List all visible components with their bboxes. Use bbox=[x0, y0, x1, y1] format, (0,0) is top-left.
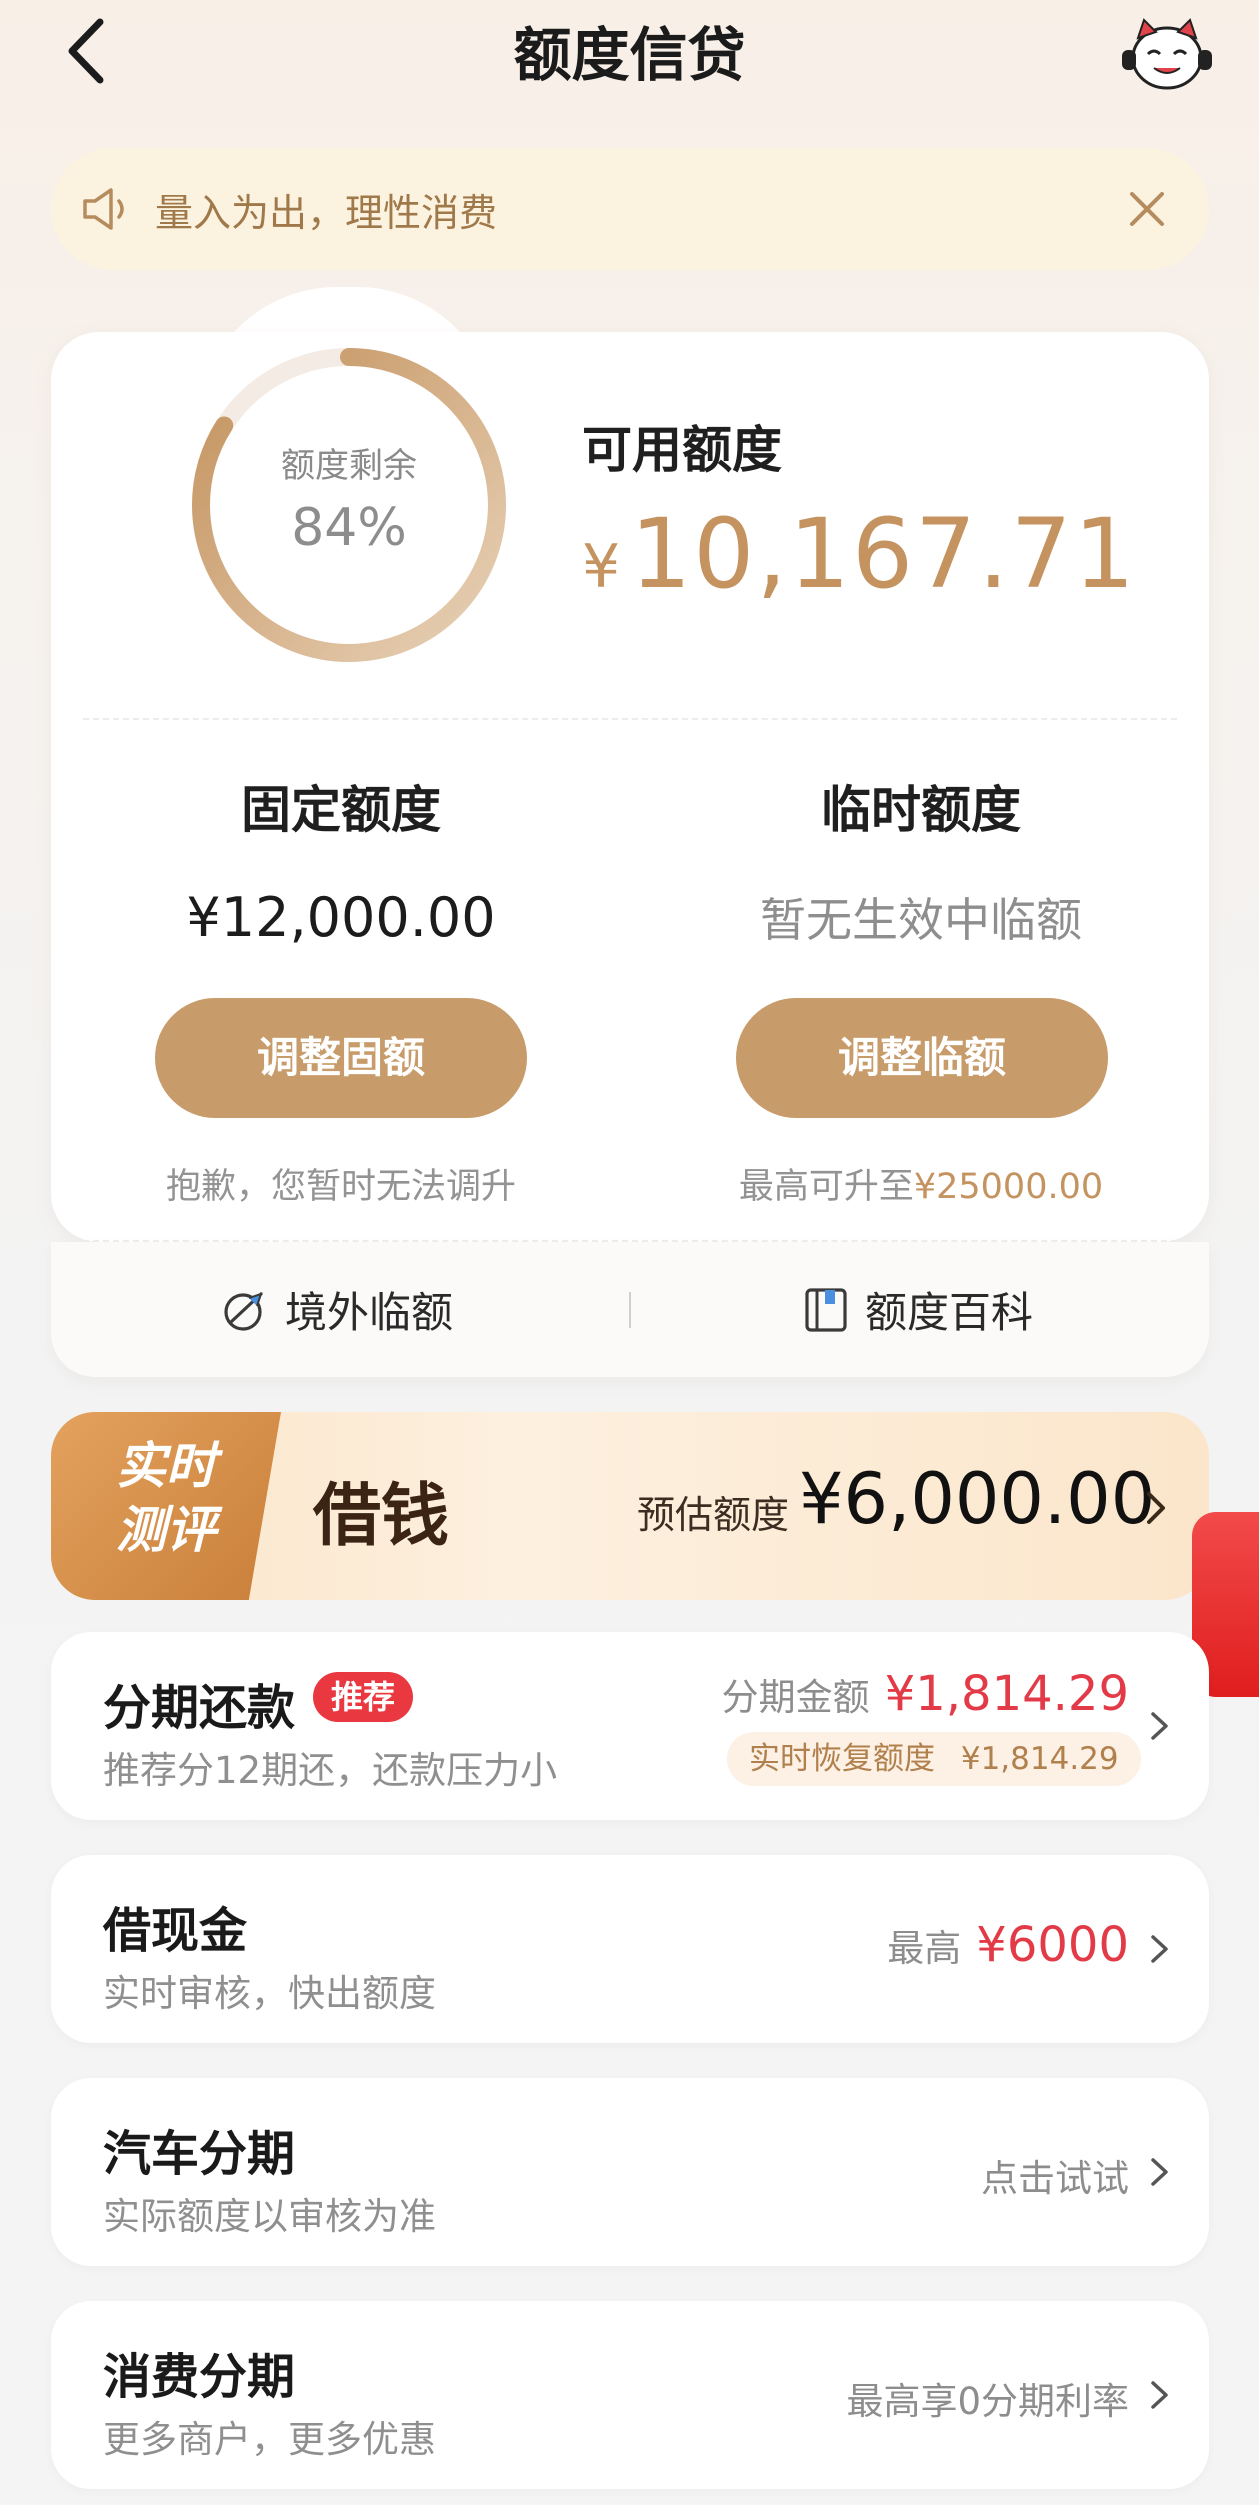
quick-link-encyclopedia[interactable]: 额度百科 bbox=[803, 1242, 1033, 1377]
ring-percent: 84% bbox=[291, 498, 407, 558]
page-title: 额度信贷 bbox=[513, 21, 746, 89]
cash-max-value: ¥6000 bbox=[976, 1917, 1129, 1973]
installment-amount-label: 分期金额 bbox=[721, 1676, 870, 1719]
plane-globe-icon bbox=[224, 1291, 263, 1331]
chevron-right-icon bbox=[1151, 1935, 1168, 1963]
consumer-rate-label: 最高享0分期利率 bbox=[846, 2380, 1129, 2423]
product-auto-installment[interactable]: 汽车分期 实际额度以审核为准 点击试试 bbox=[51, 2078, 1209, 2266]
quick-link-label: 境外临额 bbox=[285, 1288, 454, 1337]
adjust-temp-button[interactable]: 调整临额 bbox=[736, 998, 1108, 1118]
fixed-limit-title: 固定额度 bbox=[241, 781, 441, 839]
notice-text: 量入为出，理性消费 bbox=[155, 191, 498, 235]
estimate-value: ¥6,000.00 bbox=[799, 1458, 1156, 1540]
chevron-right-icon bbox=[1151, 2381, 1168, 2409]
product-title: 消费分期 bbox=[103, 2349, 296, 2405]
chevron-right-icon bbox=[1151, 1712, 1168, 1740]
estimate-label: 预估额度 bbox=[637, 1493, 790, 1537]
installment-amount-value: ¥1,814.29 bbox=[884, 1666, 1129, 1722]
adjust-fixed-button[interactable]: 调整固额 bbox=[155, 998, 527, 1118]
temp-note-amount: ¥25000.00 bbox=[913, 1167, 1104, 1207]
quick-link-overseas[interactable]: 境外临额 bbox=[221, 1242, 453, 1377]
product-title: 借现金 bbox=[103, 1903, 248, 1959]
quick-link-separator bbox=[629, 1292, 631, 1328]
notice-bar: 量入为出，理性消费 bbox=[51, 148, 1209, 270]
available-label: 可用额度 bbox=[582, 421, 782, 479]
currency-symbol: ¥ bbox=[582, 532, 623, 602]
cash-max: 最高 ¥6000 bbox=[651, 1917, 1189, 1973]
product-subtitle: 实时审核，快出额度 bbox=[103, 1972, 436, 2015]
product-title: 分期还款 bbox=[103, 1680, 296, 1736]
tag-line: 测评 bbox=[116, 1501, 216, 1559]
auto-try-label: 点击试试 bbox=[981, 2157, 1129, 2200]
divider bbox=[83, 1240, 1177, 1242]
service-mascot-icon[interactable] bbox=[1118, 14, 1216, 92]
fixed-limit-amount: ¥12,000.00 bbox=[186, 886, 496, 949]
available-value: 10,167.71 bbox=[630, 498, 1137, 610]
recommend-badge: 推荐 bbox=[313, 1672, 414, 1722]
temp-limit-status: 暂无生效中临额 bbox=[760, 893, 1082, 947]
ring-label: 额度剩余 bbox=[281, 446, 417, 486]
close-icon bbox=[1130, 192, 1164, 226]
temp-limit-title: 临时额度 bbox=[821, 781, 1021, 839]
product-title: 汽车分期 bbox=[103, 2126, 296, 2182]
available-amount: ¥10,167.71 bbox=[582, 498, 1137, 610]
temp-note-prefix: 最高可升至 bbox=[738, 1167, 914, 1207]
chevron-right-icon bbox=[1151, 2158, 1168, 2186]
product-installment-repay[interactable]: 分期还款 推荐 推荐分12期还，还款压力小 分期金额 ¥1,814.29 实时恢… bbox=[51, 1632, 1209, 1820]
product-subtitle: 更多商户，更多优惠 bbox=[103, 2418, 436, 2461]
temp-limit-note: 最高可升至¥25000.00 bbox=[641, 1158, 1201, 1209]
product-cash-loan[interactable]: 借现金 实时审核，快出额度 最高 ¥6000 bbox=[51, 1855, 1209, 2043]
recover-label: 实时恢复额度 bbox=[749, 1741, 935, 1777]
product-consumer-installment[interactable]: 消费分期 更多商户，更多优惠 最高享0分期利率 bbox=[51, 2301, 1209, 2489]
recover-value: ¥1,814.29 bbox=[960, 1741, 1119, 1777]
borrow-banner[interactable]: 实时 测评 借钱 预估额度 ¥6,000.00 bbox=[51, 1412, 1209, 1600]
quick-link-label: 额度百科 bbox=[865, 1288, 1034, 1337]
tag-line: 实时 bbox=[116, 1437, 216, 1495]
speaker-icon bbox=[81, 186, 131, 232]
realtime-eval-tag-text: 实时 测评 bbox=[71, 1434, 261, 1562]
book-icon bbox=[805, 1287, 847, 1332]
quick-links: 境外临额 额度百科 bbox=[51, 1242, 1209, 1377]
divider bbox=[83, 718, 1177, 720]
product-subtitle: 推荐分12期还，还款压力小 bbox=[103, 1749, 558, 1792]
installment-amount: 分期金额 ¥1,814.29 bbox=[721, 1666, 1189, 1722]
fixed-limit-note: 抱歉，您暂时无法调升 bbox=[165, 1167, 516, 1207]
borrow-title: 借钱 bbox=[313, 1476, 450, 1556]
close-notice-button[interactable] bbox=[1126, 188, 1168, 230]
cash-max-label: 最高 bbox=[887, 1927, 962, 1970]
product-subtitle: 实际额度以审核为准 bbox=[103, 2195, 436, 2238]
chevron-right-icon bbox=[1147, 1492, 1165, 1524]
recover-pill: 实时恢复额度 ¥1,814.29 bbox=[727, 1732, 1141, 1786]
